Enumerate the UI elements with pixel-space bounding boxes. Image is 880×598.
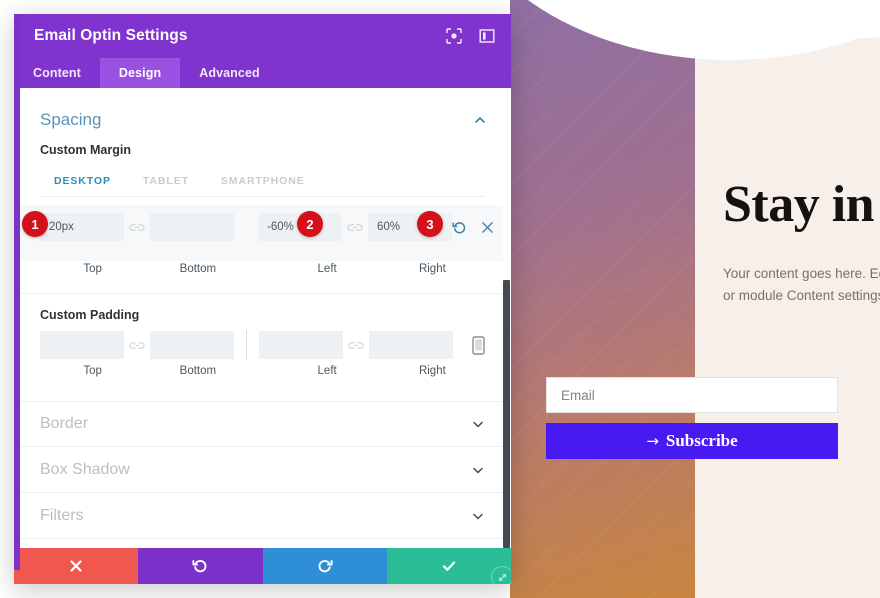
padding-right-label: Right <box>418 365 446 377</box>
padding-vertical-group <box>40 331 234 359</box>
modal-header-icons <box>446 28 495 44</box>
email-input[interactable]: Email <box>546 377 838 413</box>
accordion-border[interactable]: Border <box>14 401 511 447</box>
mobile-device-icon[interactable] <box>472 335 485 355</box>
modal-header: Email Optin Settings <box>14 14 511 58</box>
redo-button[interactable] <box>262 548 387 584</box>
undo-icon <box>192 560 207 573</box>
accordion-box-shadow-label: Box Shadow <box>40 460 130 478</box>
check-icon <box>442 561 455 571</box>
reset-icon[interactable] <box>452 220 467 235</box>
broken-link-icon-vertical[interactable] <box>124 222 150 233</box>
padding-left-label: Left <box>317 365 337 377</box>
padding-horizontal-group <box>259 331 453 359</box>
undo-button[interactable] <box>138 548 263 584</box>
margin-row-actions <box>452 220 495 235</box>
email-input-placeholder: Email <box>561 387 595 403</box>
discard-button[interactable] <box>14 548 139 584</box>
modal-body: Spacing Custom Margin DESKTOP TABLET SMA… <box>14 88 511 548</box>
subscribe-button-label: Subscribe <box>665 431 738 450</box>
preview-heading: Stay in <box>723 176 875 233</box>
padding-bottom-field[interactable] <box>150 331 234 359</box>
resize-diagonal-icon <box>498 573 506 581</box>
margin-left-label: Left <box>317 263 337 275</box>
broken-link-icon-padding-vertical[interactable] <box>124 340 150 351</box>
accordion-box-shadow[interactable]: Box Shadow <box>14 447 511 493</box>
accordion-list: Border Box Shadow Filters <box>14 401 511 548</box>
modal-footer <box>14 548 511 584</box>
modal-tabs: Content Design Advanced <box>14 58 511 88</box>
padding-labels-row: Top Bottom Left Right <box>14 365 511 377</box>
margin-labels-row: Top Bottom Left Right <box>14 263 511 275</box>
tab-advanced[interactable]: Advanced <box>180 58 279 88</box>
accordion-filters-label: Filters <box>40 506 84 524</box>
padding-group-divider <box>246 330 247 360</box>
redo-icon <box>318 560 333 573</box>
chevron-down-icon[interactable] <box>471 509 485 523</box>
resp-tab-desktop[interactable]: DESKTOP <box>40 175 127 193</box>
layout-panel-icon[interactable] <box>479 28 495 44</box>
tab-content[interactable]: Content <box>14 58 100 88</box>
margin-bottom-label: Bottom <box>179 263 217 275</box>
margin-responsive-tabs: DESKTOP TABLET SMARTPHONE <box>40 171 485 197</box>
padding-top-label: Top <box>83 365 102 377</box>
annotation-badge-2: 2 <box>297 211 323 237</box>
padding-left-field[interactable] <box>259 331 343 359</box>
accordion-filters[interactable]: Filters <box>14 493 511 539</box>
spacing-section-title: Spacing <box>40 110 102 129</box>
margin-top-label: Top <box>83 263 102 275</box>
accordion-animation[interactable]: Animation <box>14 539 511 548</box>
chevron-down-icon[interactable] <box>471 463 485 477</box>
settings-modal: Email Optin Settings Content Design Adva… <box>14 14 511 584</box>
custom-padding-label: Custom Padding <box>40 308 140 322</box>
custom-margin-label: Custom Margin <box>40 143 131 157</box>
margin-vertical-group: 20px <box>40 213 234 241</box>
screen: Stay in Your content goes here. Edit or … <box>0 0 880 598</box>
padding-inputs-row <box>14 328 511 362</box>
margin-bottom-field[interactable] <box>150 213 234 241</box>
modal-scrollbar-track[interactable] <box>503 88 511 548</box>
padding-right-field[interactable] <box>369 331 453 359</box>
arrow-right-icon: → <box>646 432 659 450</box>
modal-scrollbar-thumb[interactable] <box>503 280 510 548</box>
modal-left-accent-bar <box>14 14 20 570</box>
chevron-down-icon[interactable] <box>471 417 485 431</box>
resp-tab-tablet[interactable]: TABLET <box>127 175 205 193</box>
annotation-badge-3: 3 <box>417 211 443 237</box>
broken-link-icon-horizontal[interactable] <box>342 222 368 233</box>
accordion-border-label: Border <box>40 415 89 432</box>
close-x-icon[interactable] <box>480 220 495 235</box>
padding-top-field[interactable] <box>40 331 124 359</box>
chevron-up-icon[interactable] <box>473 113 487 127</box>
modal-resize-handle[interactable] <box>491 566 511 584</box>
padding-bottom-label: Bottom <box>179 365 217 377</box>
margin-top-field[interactable]: 20px <box>40 213 124 241</box>
modal-title: Email Optin Settings <box>34 27 188 44</box>
website-preview: Stay in Your content goes here. Edit or … <box>510 0 880 598</box>
focus-target-icon[interactable] <box>446 28 462 44</box>
annotation-badge-1: 1 <box>22 211 48 237</box>
x-icon <box>70 560 82 572</box>
tab-design[interactable]: Design <box>99 58 181 88</box>
spacing-section-header[interactable]: Spacing <box>14 88 511 130</box>
margin-right-label: Right <box>418 263 446 275</box>
preview-body-text: Your content goes here. Edit or module C… <box>723 266 880 304</box>
resp-tab-smartphone[interactable]: SMARTPHONE <box>205 175 321 193</box>
broken-link-icon-padding-horizontal[interactable] <box>343 340 369 351</box>
subscribe-button[interactable]: → Subscribe <box>546 423 838 459</box>
